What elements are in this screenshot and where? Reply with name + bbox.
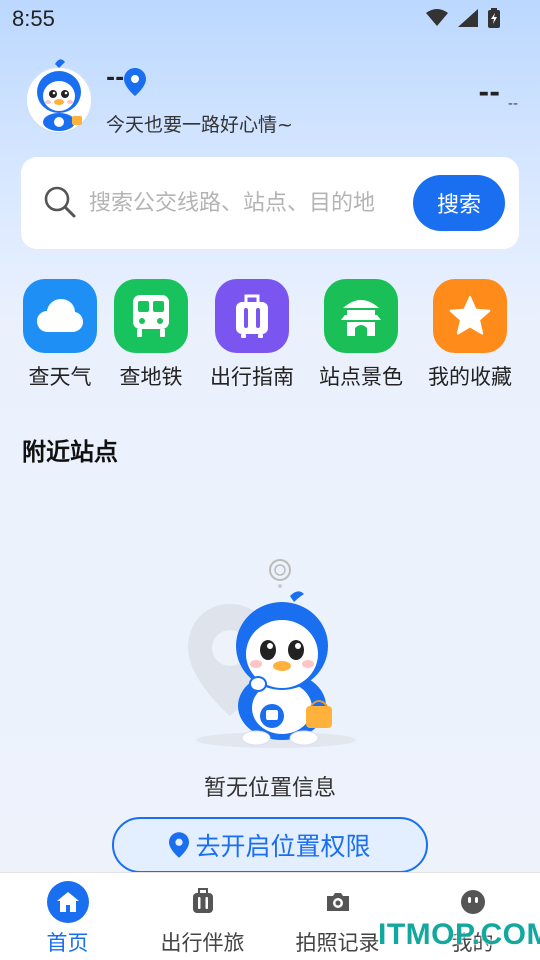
enable-location-button[interactable]: 去开启位置权限 bbox=[112, 817, 428, 873]
travel-guide-tile bbox=[215, 279, 289, 353]
subway-tile bbox=[114, 279, 188, 353]
favorites-tile bbox=[433, 279, 507, 353]
quick-action-weather[interactable]: 查天气 bbox=[10, 279, 110, 391]
search-bar: 搜索 bbox=[21, 157, 519, 249]
weather-condition: -- bbox=[507, 96, 518, 112]
quick-action-subway[interactable]: 查地铁 bbox=[101, 279, 201, 391]
star-icon bbox=[449, 296, 491, 335]
pavilion-icon bbox=[341, 300, 381, 336]
empty-state-illustration bbox=[188, 559, 356, 748]
battery-icon bbox=[488, 8, 500, 28]
search-button[interactable]: 搜索 bbox=[413, 175, 505, 231]
search-input[interactable] bbox=[89, 183, 419, 223]
nav-label: 首页 bbox=[46, 931, 89, 955]
nav-item-home[interactable]: 首页 bbox=[0, 873, 135, 960]
search-icon bbox=[44, 186, 76, 218]
quick-action-scenery[interactable]: 站点景色 bbox=[311, 279, 411, 391]
avatar[interactable] bbox=[24, 56, 94, 134]
location-pin-icon bbox=[169, 832, 190, 858]
location-pin-icon bbox=[124, 68, 146, 96]
nearby-stations-title: 附近站点 bbox=[22, 438, 118, 466]
status-icons bbox=[426, 8, 500, 28]
quick-action-travel-guide[interactable]: 出行指南 bbox=[202, 279, 302, 391]
user-name: -- bbox=[106, 66, 125, 91]
greeting-text: 今天也要一路好心情~ bbox=[106, 114, 293, 136]
enable-location-label: 去开启位置权限 bbox=[195, 832, 371, 861]
subway-icon bbox=[133, 295, 169, 337]
camera-icon bbox=[317, 881, 359, 923]
mascot-icon bbox=[25, 59, 93, 134]
quick-action-label: 查天气 bbox=[28, 365, 92, 389]
luggage-icon bbox=[236, 294, 268, 338]
empty-state-text: 暂无位置信息 bbox=[203, 776, 336, 801]
quick-action-favorites[interactable]: 我的收藏 bbox=[420, 279, 520, 391]
status-bar: 8:55 bbox=[0, 0, 540, 38]
quick-action-label: 站点景色 bbox=[319, 365, 403, 389]
weather-temperature: -- bbox=[478, 78, 500, 108]
signal-icon bbox=[458, 9, 478, 27]
profile-icon bbox=[452, 881, 494, 923]
status-time: 8:55 bbox=[12, 6, 55, 31]
home-icon bbox=[46, 881, 89, 923]
quick-action-label: 出行指南 bbox=[210, 365, 294, 389]
quick-action-label: 我的收藏 bbox=[428, 365, 512, 389]
nav-item-travel-companion[interactable]: 出行伴旅 bbox=[135, 873, 270, 960]
cloud-icon bbox=[37, 299, 83, 332]
wifi-icon bbox=[426, 9, 448, 26]
weather-tile bbox=[23, 279, 97, 353]
watermark: ITMOP.COM bbox=[378, 918, 540, 951]
nav-label: 出行伴旅 bbox=[160, 931, 245, 955]
luggage-icon bbox=[182, 881, 224, 923]
quick-action-label: 查地铁 bbox=[119, 365, 183, 389]
scenery-tile bbox=[324, 279, 398, 353]
